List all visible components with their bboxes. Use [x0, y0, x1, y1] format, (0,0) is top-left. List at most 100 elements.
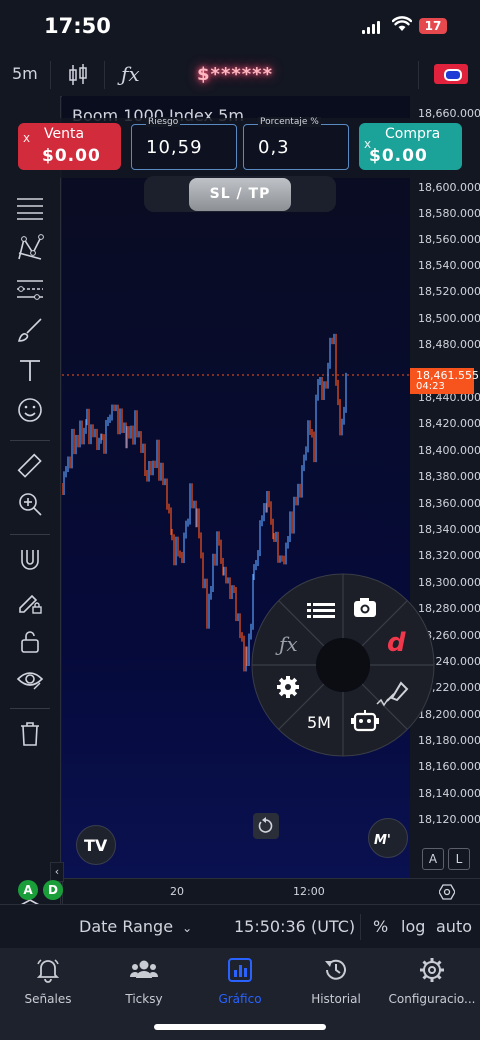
auto-toggle[interactable]: auto [436, 917, 472, 936]
unlock-icon[interactable] [10, 624, 50, 660]
y-tick: 18,400.000 [418, 444, 480, 457]
chart-bottom-bar: Date Range ⌄ 15:50:36 (UTC) % log auto [0, 904, 480, 949]
magnet-icon[interactable] [10, 542, 50, 578]
log-toggle[interactable]: log [401, 917, 425, 936]
percent-label: Porcentaje % [258, 117, 321, 127]
signal-icon [362, 20, 382, 34]
tab-label: Gráfico [218, 992, 262, 1006]
interval-selector[interactable]: 5m [12, 64, 38, 83]
broker-menu-button[interactable]: M' [368, 818, 408, 858]
emoji-tool-icon[interactable] [10, 392, 50, 428]
lock-drawing-icon[interactable] [10, 584, 50, 620]
y-tick: 18,420.000 [418, 417, 480, 430]
buy-button[interactable]: x Compra $0.00 [359, 123, 462, 170]
tradingview-logo-button[interactable]: TV [76, 825, 116, 865]
tab-settings[interactable]: Configuracio... [384, 956, 480, 1006]
risk-label: Riesgo [146, 117, 181, 127]
radial-menu[interactable]: ƒx d 5M [251, 573, 435, 757]
text-tool-icon[interactable] [10, 352, 50, 388]
sell-label: Venta [44, 126, 85, 142]
y-tick: 18,520.000 [418, 285, 480, 298]
price-axis[interactable]: 18,660.000 18,600.000 18,580.000 18,560.000… [410, 96, 480, 878]
price-chart[interactable] [62, 96, 410, 878]
y-tick: 18,540.000 [418, 259, 480, 272]
fx-icon[interactable]: ƒx [121, 62, 140, 86]
broker-logo-icon[interactable] [434, 64, 468, 84]
reset-chart-button[interactable] [253, 813, 279, 839]
percent-value[interactable]: 0,3 [258, 137, 290, 158]
current-price-tag: 18,461.555 04:23 [410, 368, 479, 394]
buy-label: Compra [385, 126, 441, 142]
deriv-logo-icon[interactable]: d [387, 628, 406, 658]
tab-label: Configuracio... [388, 992, 476, 1006]
y-tick: 18,320.000 [418, 549, 480, 562]
y-tick: 18,160.000 [418, 760, 480, 773]
y-tick: 18,560.000 [418, 233, 480, 246]
home-indicator[interactable] [154, 1024, 326, 1030]
toolbar-divider [418, 61, 419, 89]
top-toolbar: 5m ƒx $****** [0, 54, 480, 97]
toolbar-divider [50, 61, 51, 89]
users-icon [130, 960, 158, 978]
y-tick: 18,340.000 [418, 523, 480, 536]
y-tick: 18,140.000 [418, 787, 480, 800]
y-tick: 18,360.000 [418, 497, 480, 510]
y-tick: 18,500.000 [418, 312, 480, 325]
tab-label: Ticksy [125, 992, 163, 1006]
badge-d[interactable]: D [43, 880, 63, 900]
y-tick: 18,580.000 [418, 207, 480, 220]
gear-icon[interactable] [277, 676, 299, 698]
risk-field[interactable]: Riesgo 10,59 [131, 117, 237, 170]
radial-interval-label[interactable]: 5M [307, 713, 331, 732]
bell-icon [36, 959, 60, 983]
y-tick: 18,380.000 [418, 470, 480, 483]
lines-tool-icon[interactable] [10, 190, 50, 226]
brush-tool-icon[interactable] [10, 312, 50, 348]
sltp-button[interactable]: SL / TP [189, 178, 291, 211]
chevron-down-icon: ⌄ [182, 921, 193, 935]
time-axis[interactable]: 20 12:00 [62, 878, 480, 905]
toolbar-divider [104, 61, 105, 89]
wifi-icon [392, 16, 412, 31]
tab-history[interactable]: Historial [288, 956, 384, 1006]
history-icon [325, 959, 346, 980]
svg-text:M': M' [374, 833, 391, 848]
candle-countdown: 04:23 [416, 381, 445, 392]
tab-label: Señales [24, 992, 72, 1006]
visibility-icon[interactable] [10, 662, 50, 698]
tab-signals[interactable]: Señales [0, 956, 96, 1006]
y-tick: 18,120.000 [418, 813, 480, 826]
tab-chart[interactable]: Gráfico [192, 956, 288, 1006]
buy-value: $0.00 [369, 146, 428, 166]
battery-level: 17 [424, 19, 442, 33]
fx-icon[interactable]: ƒx [275, 632, 298, 656]
risk-value[interactable]: 10,59 [146, 137, 203, 158]
trash-icon[interactable] [10, 716, 50, 752]
x-tick: 12:00 [293, 885, 325, 898]
utc-clock[interactable]: 15:50:36 (UTC) [234, 917, 355, 936]
settings-hex-icon[interactable] [439, 884, 455, 900]
log-scale-button[interactable]: L [448, 848, 470, 870]
candles-series [62, 333, 410, 672]
sell-close-icon[interactable]: x [23, 131, 30, 145]
x-tick: 20 [170, 885, 184, 898]
drawing-toolbar [0, 96, 61, 946]
y-tick: 18,600.000 [418, 181, 480, 194]
percent-toggle[interactable]: % [373, 917, 388, 936]
badge-a[interactable]: A [18, 880, 38, 900]
date-range-button[interactable]: Date Range ⌄ [79, 917, 192, 936]
sell-button[interactable]: x Venta $0.00 [18, 123, 121, 170]
collapse-toolbar-button[interactable]: ‹ [50, 862, 64, 882]
tab-label: Historial [311, 992, 361, 1006]
zoom-in-icon[interactable] [10, 486, 50, 522]
svg-text:TV: TV [84, 836, 108, 855]
status-bar: 17:50 17 [0, 0, 480, 54]
pattern-tool-icon[interactable] [10, 230, 50, 266]
auto-scale-button[interactable]: A [422, 848, 444, 870]
fib-tool-icon[interactable] [10, 272, 50, 308]
tab-ticksy[interactable]: Ticksy [96, 956, 192, 1006]
account-balance[interactable]: $****** [197, 64, 273, 85]
percent-field[interactable]: Porcentaje % 0,3 [243, 117, 349, 170]
ruler-icon[interactable] [10, 448, 50, 484]
candles-icon[interactable] [68, 63, 88, 87]
